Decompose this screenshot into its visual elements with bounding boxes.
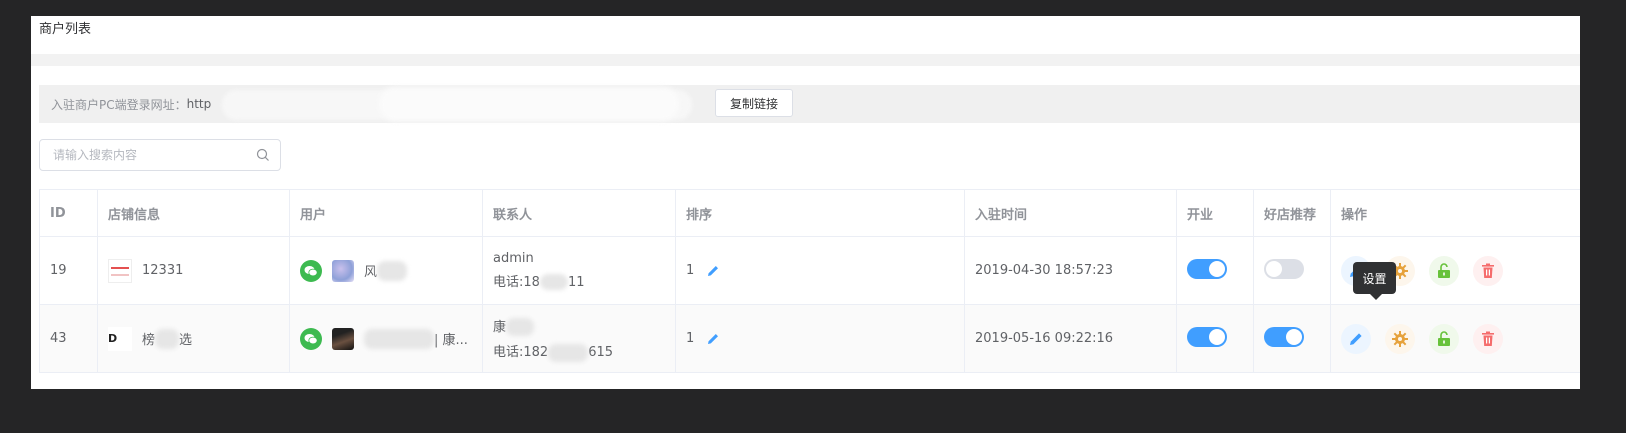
avatar (332, 327, 354, 350)
pencil-icon (1350, 332, 1362, 345)
col-sort: 排序 (675, 189, 965, 237)
login-url-label: 入驻商户PC端登录网址： (51, 97, 187, 112)
col-contact: 联系人 (482, 189, 676, 237)
contact-phone: 电话:182 (493, 345, 549, 360)
page-title: 商户列表 (39, 22, 92, 37)
col-id: ID (39, 189, 98, 237)
redacted-user-name (364, 328, 434, 349)
search-input[interactable] (53, 148, 243, 162)
joined-time: 2019-05-16 09:22:16 (964, 304, 1177, 373)
table-header-row: ID 店铺信息 用户 联系人 排序 入驻时间 开业 好店推荐 操作 (39, 189, 1580, 237)
redacted-user-name (377, 260, 408, 281)
shop-info: 12331 (108, 258, 289, 283)
user-info: | 康... (300, 327, 482, 350)
user-name: 风 (364, 265, 378, 280)
row-actions (1341, 323, 1580, 354)
contact-phone-tail: 11 (567, 274, 585, 290)
merchant-table: ID 店铺信息 用户 联系人 排序 入驻时间 开业 好店推荐 操作 19 123… (39, 189, 1580, 373)
main-panel: 商户列表 入驻商户PC端登录网址： http 复制链接 ID 店铺信息 用户 联… (31, 16, 1580, 389)
sort-value: 1 (686, 263, 695, 278)
user-name-tail: | 康... (434, 333, 468, 348)
shop-info: D 榜 选 (108, 326, 289, 351)
contact-phone: 电话:18 (493, 274, 540, 290)
contact-phone-tail: 615 (588, 345, 614, 360)
table-row: 19 12331 风 admin 电话:18 11 1 2019-04-30 1… (39, 236, 1580, 305)
row-id: 19 (39, 236, 98, 305)
unlock-button[interactable] (1429, 323, 1459, 354)
search-icon[interactable] (256, 148, 270, 162)
delete-button[interactable] (1473, 255, 1503, 286)
settings-button[interactable] (1385, 323, 1415, 354)
login-url-bar: 入驻商户PC端登录网址： http 复制链接 (39, 85, 1580, 123)
col-joined-time: 入驻时间 (964, 189, 1177, 237)
wechat-icon (300, 327, 322, 350)
edit-sort-icon[interactable] (706, 264, 720, 278)
login-url-value: http (186, 97, 212, 111)
edit-button[interactable] (1341, 323, 1371, 354)
unlock-icon (1438, 262, 1450, 278)
redacted-shop-name (155, 328, 180, 349)
trash-icon (1482, 331, 1494, 346)
recommend-switch[interactable] (1264, 326, 1304, 347)
unlock-button[interactable] (1429, 255, 1459, 286)
divider-strip (31, 54, 1580, 66)
redacted-url-overlay (379, 87, 679, 121)
shop-name: 12331 (142, 263, 184, 278)
unlock-icon (1438, 330, 1450, 346)
contact-name: admin (493, 250, 534, 266)
gear-icon (1392, 330, 1408, 347)
redacted-phone (548, 343, 589, 362)
search-box (39, 139, 281, 171)
table-row: 43 D 榜 选 | 康... 康 电话:182 615 1 2019-05-1… (39, 304, 1580, 373)
edit-sort-icon[interactable] (706, 332, 720, 346)
col-shop-info: 店铺信息 (97, 189, 290, 237)
row-id: 43 (39, 304, 98, 373)
copy-link-button[interactable]: 复制链接 (715, 89, 793, 117)
avatar (332, 259, 354, 282)
open-switch[interactable] (1187, 326, 1227, 347)
settings-tooltip: 设置 (1353, 262, 1396, 300)
col-user: 用户 (289, 189, 483, 237)
recommend-switch[interactable] (1264, 258, 1304, 279)
redacted-phone (539, 274, 568, 291)
col-actions: 操作 (1330, 189, 1580, 237)
shop-name-start: 榜 (142, 333, 156, 348)
col-open: 开业 (1176, 189, 1254, 237)
shop-logo: D (108, 326, 132, 351)
delete-button[interactable] (1473, 323, 1503, 354)
open-switch[interactable] (1187, 258, 1227, 279)
trash-icon (1482, 263, 1494, 278)
contact-name: 康 (493, 316, 675, 336)
user-info: 风 (300, 259, 482, 282)
shop-thumbnail (108, 258, 132, 283)
wechat-icon (300, 259, 322, 282)
sort-value: 1 (686, 331, 695, 346)
shop-name-end: 选 (179, 333, 193, 348)
col-recommended: 好店推荐 (1253, 189, 1331, 237)
joined-time: 2019-04-30 18:57:23 (964, 236, 1177, 305)
